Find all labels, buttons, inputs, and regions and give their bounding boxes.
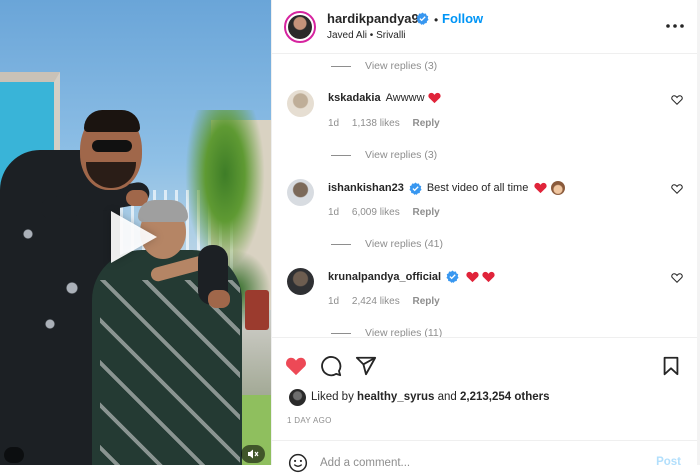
commenter-username[interactable]: kskadakia xyxy=(328,92,381,104)
see-no-evil-monkey-emoji-icon xyxy=(551,181,566,195)
post-details-panel: hardikpandya93 • Follow Javed Ali • Sriv… xyxy=(271,0,700,473)
comment-likes[interactable]: 2,424 likes xyxy=(352,296,400,307)
post-comment-button[interactable]: Post xyxy=(656,456,681,468)
red-heart-emoji-icon xyxy=(427,92,441,104)
background-pot xyxy=(245,290,269,330)
comment-meta: 1d 6,009 likes Reply xyxy=(328,207,450,218)
comment-text: krunalpandya_official xyxy=(328,270,495,283)
view-replies-button[interactable]: View replies (3) xyxy=(331,58,437,74)
comments-list[interactable]: View replies (3) kskadakia Awwww 1d 1,13… xyxy=(272,54,700,337)
verified-badge-icon xyxy=(409,181,422,195)
liked-by-joiner: and xyxy=(437,391,457,403)
post-actions-bar xyxy=(272,337,700,381)
view-replies-label: View replies (3) xyxy=(365,60,438,72)
reply-button[interactable]: Reply xyxy=(413,296,440,307)
heart-outline-icon[interactable] xyxy=(671,183,683,195)
mute-button[interactable] xyxy=(241,445,265,463)
person-man-hair xyxy=(84,110,140,132)
commenter-username[interactable]: ishankishan23 xyxy=(328,182,404,194)
verified-badge-icon xyxy=(446,270,459,283)
more-horizontal-icon[interactable] xyxy=(665,19,685,33)
heart-outline-icon[interactable] xyxy=(671,272,683,284)
replies-line xyxy=(331,154,351,156)
view-replies-button[interactable]: View replies (41) xyxy=(331,236,443,252)
commenter-avatar[interactable] xyxy=(287,90,314,117)
red-heart-emoji-icon xyxy=(466,271,479,282)
author-avatar[interactable] xyxy=(284,11,316,43)
post-timestamp[interactable]: 1 DAY AGO xyxy=(287,416,332,425)
comment-item: ishankishan23 Best video of all time 1d … xyxy=(272,179,700,239)
comment-age[interactable]: 1d xyxy=(328,118,339,129)
speaker-muted-icon xyxy=(248,449,259,459)
play-button[interactable] xyxy=(101,205,165,269)
comment-meta: 1d 1,138 likes Reply xyxy=(328,118,450,129)
view-replies-button[interactable]: View replies (3) xyxy=(331,147,437,163)
view-replies-label: View replies (11) xyxy=(365,327,443,337)
heart-outline-icon[interactable] xyxy=(671,94,683,106)
sunglasses xyxy=(92,140,132,152)
add-comment-bar: Post xyxy=(272,440,700,473)
liked-by-prefix: Liked by xyxy=(311,391,354,403)
view-replies-button[interactable]: View replies (11) xyxy=(331,325,442,337)
author-username[interactable]: hardikpandya93 xyxy=(327,11,426,26)
red-heart-emoji-icon xyxy=(482,271,495,282)
follow-button[interactable]: Follow xyxy=(442,11,483,26)
reply-button[interactable]: Reply xyxy=(413,118,440,129)
post-video[interactable] xyxy=(0,0,271,465)
comment-likes[interactable]: 6,009 likes xyxy=(352,207,400,218)
commenter-username[interactable]: krunalpandya_official xyxy=(328,271,441,283)
share-icon[interactable] xyxy=(355,355,377,377)
comment-text: kskadakia Awwww xyxy=(328,92,441,104)
comment-item: krunalpandya_official 1d 2,424 likes Rep… xyxy=(272,268,700,328)
bookmark-icon[interactable] xyxy=(660,355,682,377)
replies-line xyxy=(331,332,351,334)
reply-button[interactable]: Reply xyxy=(413,207,440,218)
separator-dot: • xyxy=(434,13,439,27)
comment-item: kskadakia Awwww 1d 1,138 likes Reply xyxy=(272,90,700,150)
comment-likes[interactable]: 1,138 likes xyxy=(352,118,400,129)
view-replies-label: View replies (3) xyxy=(365,149,438,161)
verified-badge-icon xyxy=(416,12,429,25)
post-header: hardikpandya93 • Follow Javed Ali • Sriv… xyxy=(272,0,700,54)
replies-line xyxy=(331,243,351,245)
play-icon xyxy=(111,211,157,263)
comment-text: ishankishan23 Best video of all time xyxy=(328,181,566,195)
liker-username[interactable]: healthy_syrus xyxy=(357,391,434,403)
comment-icon[interactable] xyxy=(320,355,342,377)
view-replies-label: View replies (41) xyxy=(365,238,444,250)
likes-others-count[interactable]: 2,213,254 others xyxy=(460,391,550,403)
replies-line xyxy=(331,65,351,67)
liked-by-text: Liked by healthy_syrus and 2,213,254 oth… xyxy=(311,391,550,403)
comment-body: Awwww xyxy=(385,92,425,104)
comment-age[interactable]: 1d xyxy=(328,207,339,218)
smiley-icon[interactable] xyxy=(288,453,308,473)
commenter-avatar[interactable] xyxy=(287,268,314,295)
comment-meta: 1d 2,424 likes Reply xyxy=(328,296,450,307)
user-tag-icon[interactable] xyxy=(4,447,24,463)
liker-avatar[interactable] xyxy=(289,389,306,406)
liked-by-row: Liked by healthy_syrus and 2,213,254 oth… xyxy=(272,386,700,410)
red-heart-emoji-icon xyxy=(534,182,547,194)
person-man-hand-right xyxy=(208,290,230,308)
comment-body: Best video of all time xyxy=(426,182,529,194)
commenter-avatar[interactable] xyxy=(287,179,314,206)
background-plant xyxy=(185,110,265,270)
comment-age[interactable]: 1d xyxy=(328,296,339,307)
heart-filled-icon[interactable] xyxy=(285,355,307,377)
audio-attribution[interactable]: Javed Ali • Srivalli xyxy=(327,30,406,41)
comment-input[interactable] xyxy=(320,454,640,472)
